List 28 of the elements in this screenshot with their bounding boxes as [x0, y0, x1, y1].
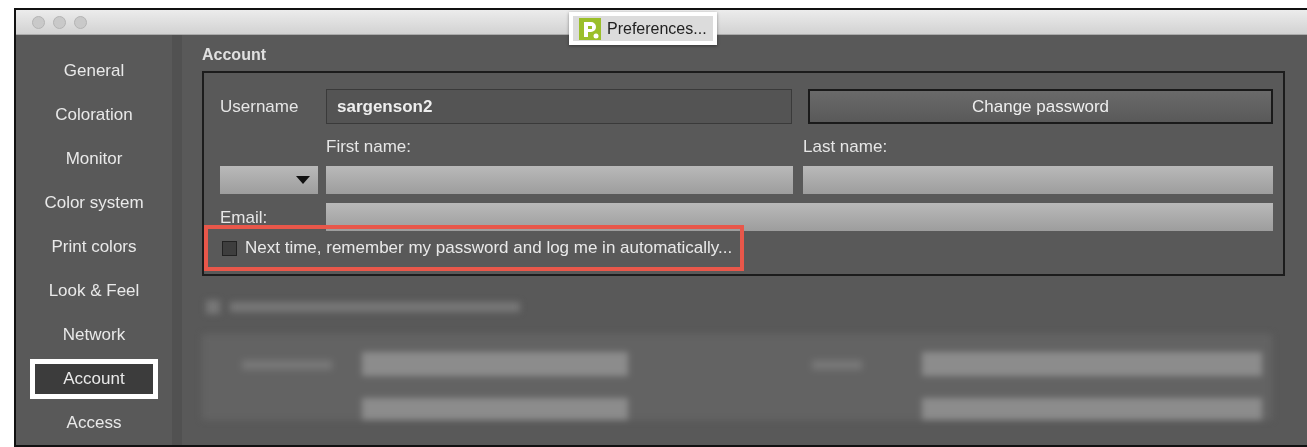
sidebar-item[interactable]: Account [33, 362, 155, 396]
sidebar-item[interactable]: Coloration [49, 93, 139, 137]
section-heading: Account [202, 45, 267, 65]
minimize-button[interactable] [53, 15, 66, 29]
first-name-field[interactable] [326, 166, 793, 194]
sidebar-item[interactable]: Print colors [45, 225, 143, 269]
checkbox-label: Next time, remember my password and log me in automatically... [245, 237, 733, 260]
app-logo-icon [579, 17, 601, 40]
zoom-button[interactable] [74, 15, 87, 29]
checkbox[interactable] [222, 240, 237, 256]
sidebar-item[interactable]: Look & Feel [42, 269, 146, 313]
sidebar-item[interactable]: Monitor [59, 137, 129, 181]
field-label: First name: [326, 136, 413, 159]
field-label: Email: [220, 207, 269, 227]
close-button[interactable] [32, 15, 45, 29]
sidebar-item[interactable]: Color system [38, 181, 150, 225]
username-field[interactable]: sargenson2 [326, 89, 792, 124]
field-label: Username [220, 95, 300, 118]
sidebar-item[interactable]: Access [60, 401, 128, 445]
window-title: Preferences... [607, 18, 707, 39]
field-label: Last name: [803, 136, 888, 159]
dropdown[interactable] [220, 166, 318, 194]
change-password-button[interactable]: Change password [808, 89, 1273, 124]
sidebar-item[interactable]: Network [56, 313, 132, 357]
last-name-field[interactable] [803, 166, 1273, 194]
caret-icon [296, 176, 310, 184]
sidebar-item[interactable]: General [57, 49, 131, 93]
email-field[interactable] [326, 203, 1273, 231]
